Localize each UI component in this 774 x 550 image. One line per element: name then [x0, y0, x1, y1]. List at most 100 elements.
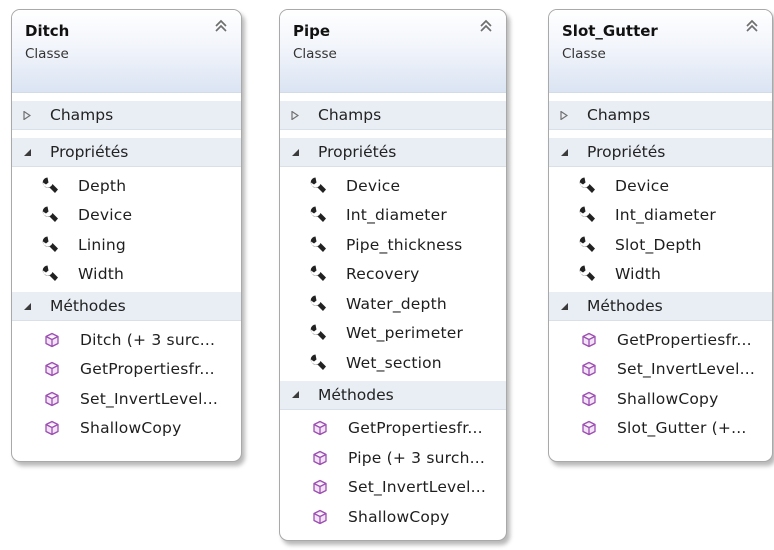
property-list: Device Int_diameter Slot_Depth Width	[549, 167, 772, 291]
triangle-down-icon	[24, 148, 31, 156]
wrench-icon	[42, 265, 58, 282]
section-properties[interactable]: Propriétés	[280, 137, 506, 167]
wrench-icon	[310, 236, 326, 252]
property-item[interactable]: Lining	[12, 230, 241, 260]
property-item[interactable]: Device	[280, 171, 506, 201]
double-chevron-up-icon[interactable]	[478, 18, 494, 34]
property-item[interactable]: Water_depth	[280, 289, 506, 319]
class-header[interactable]: Ditch Classe	[12, 10, 241, 93]
triangle-down-icon	[24, 302, 31, 310]
method-item[interactable]: ShallowCopy	[280, 502, 506, 532]
section-label: Méthodes	[318, 385, 394, 404]
section-label: Méthodes	[587, 297, 663, 315]
property-item[interactable]: Int_diameter	[280, 201, 506, 231]
property-item[interactable]: Int_diameter	[549, 201, 772, 231]
triangle-down-icon	[292, 148, 299, 156]
method-item[interactable]: GetPropertiesfr...	[549, 325, 772, 355]
method-item[interactable]: GetPropertiesfr...	[280, 414, 506, 444]
wrench-icon	[42, 177, 58, 193]
class-card-ditch[interactable]: Ditch Classe Champs Propriétés Depth Dev…	[11, 9, 242, 462]
section-methods[interactable]: Méthodes	[12, 291, 241, 321]
method-list: GetPropertiesfr... Set_InvertLevel... Sh…	[549, 321, 772, 445]
property-item[interactable]: Device	[12, 201, 241, 231]
section-label: Champs	[587, 106, 651, 124]
property-item[interactable]: Wet_perimeter	[280, 319, 506, 349]
property-list: Depth Device Lining Width	[12, 167, 241, 291]
section-label: Propriétés	[318, 143, 397, 161]
method-cube-icon	[582, 391, 596, 406]
section-properties[interactable]: Propriétés	[549, 137, 772, 167]
wrench-icon	[579, 206, 595, 223]
wrench-icon	[42, 206, 58, 223]
property-item[interactable]: Recovery	[280, 260, 506, 290]
method-cube-icon	[45, 362, 59, 377]
class-card-slot-gutter[interactable]: Slot_Gutter Classe Champs Propriétés Dev…	[548, 9, 773, 462]
method-cube-icon	[313, 421, 327, 436]
section-fields[interactable]: Champs	[280, 100, 506, 130]
triangle-down-icon	[292, 391, 299, 398]
method-item[interactable]: Set_InvertLevel...	[549, 355, 772, 385]
class-kind: Classe	[25, 46, 69, 62]
section-label: Champs	[318, 106, 382, 124]
class-kind: Classe	[293, 46, 337, 62]
method-cube-icon	[313, 480, 327, 495]
wrench-icon	[42, 236, 58, 252]
property-item[interactable]: Pipe_thickness	[280, 230, 506, 260]
class-header[interactable]: Pipe Classe	[280, 10, 506, 93]
property-item[interactable]: Slot_Depth	[549, 230, 772, 260]
section-label: Propriétés	[50, 143, 129, 161]
method-item[interactable]: ShallowCopy	[549, 384, 772, 414]
method-item[interactable]: GetPropertiesfr...	[12, 355, 241, 385]
section-methods[interactable]: Méthodes	[280, 379, 506, 410]
method-item[interactable]: Slot_Gutter (+...	[549, 414, 772, 444]
class-name: Ditch	[25, 22, 70, 40]
section-label: Propriétés	[587, 143, 666, 161]
wrench-icon	[579, 236, 595, 252]
triangle-right-icon	[23, 110, 31, 120]
property-item[interactable]: Wet_section	[280, 348, 506, 378]
class-name: Pipe	[293, 22, 331, 40]
method-cube-icon	[45, 391, 59, 406]
wrench-icon	[579, 177, 595, 193]
method-item[interactable]: ShallowCopy	[12, 414, 241, 444]
wrench-icon	[310, 295, 326, 311]
class-name: Slot_Gutter	[562, 22, 658, 40]
triangle-down-icon	[561, 302, 568, 310]
method-item[interactable]: Pipe (+ 3 surch...	[280, 443, 506, 473]
method-cube-icon	[582, 421, 596, 436]
class-header[interactable]: Slot_Gutter Classe	[549, 10, 772, 93]
method-item[interactable]: Set_InvertLevel...	[12, 384, 241, 414]
wrench-icon	[310, 177, 326, 193]
wrench-icon	[310, 265, 326, 282]
method-cube-icon	[45, 421, 59, 436]
property-item[interactable]: Depth	[12, 171, 241, 201]
double-chevron-up-icon[interactable]	[213, 18, 229, 34]
method-cube-icon	[582, 362, 596, 377]
triangle-right-icon	[291, 110, 299, 120]
triangle-right-icon	[560, 110, 568, 120]
class-kind: Classe	[562, 46, 606, 62]
section-fields[interactable]: Champs	[12, 100, 241, 130]
property-list: Device Int_diameter Pipe_thickness Recov…	[280, 167, 506, 380]
section-methods[interactable]: Méthodes	[549, 291, 772, 321]
property-item[interactable]: Width	[549, 260, 772, 290]
method-cube-icon	[313, 509, 327, 524]
wrench-icon	[579, 265, 595, 282]
method-item[interactable]: Set_InvertLevel...	[280, 473, 506, 503]
wrench-icon	[310, 354, 326, 370]
wrench-icon	[310, 206, 326, 223]
section-label: Champs	[50, 106, 114, 124]
wrench-icon	[310, 324, 326, 341]
method-cube-icon	[582, 332, 596, 347]
section-fields[interactable]: Champs	[549, 100, 772, 130]
double-chevron-up-icon[interactable]	[744, 18, 760, 34]
property-item[interactable]: Device	[549, 171, 772, 201]
class-card-pipe[interactable]: Pipe Classe Champs Propriétés Device Int…	[279, 9, 507, 541]
method-list: Ditch (+ 3 surc... GetPropertiesfr... Se…	[12, 321, 241, 445]
method-cube-icon	[45, 332, 59, 347]
property-item[interactable]: Width	[12, 260, 241, 290]
triangle-down-icon	[561, 148, 568, 156]
method-item[interactable]: Ditch (+ 3 surc...	[12, 325, 241, 355]
section-properties[interactable]: Propriétés	[12, 137, 241, 167]
method-list: GetPropertiesfr... Pipe (+ 3 surch... Se…	[280, 410, 506, 534]
